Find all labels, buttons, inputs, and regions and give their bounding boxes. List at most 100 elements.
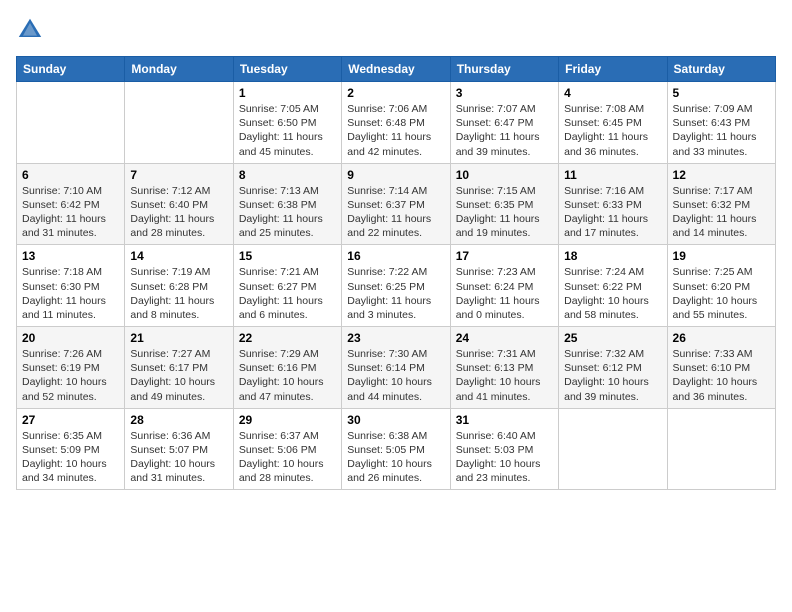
calendar-weekday-tuesday: Tuesday (233, 57, 341, 82)
calendar-weekday-monday: Monday (125, 57, 233, 82)
calendar-cell: 7Sunrise: 7:12 AM Sunset: 6:40 PM Daylig… (125, 163, 233, 245)
calendar-cell: 22 Sunrise: 7:29 AM Sunset: 6:16 PM Dayli… (233, 327, 341, 409)
day-number: 31 (456, 413, 553, 427)
day-info: Sunrise: 7:05 AM Sunset: 6:50 PM Dayligh… (239, 102, 336, 159)
day-number: 10 (456, 168, 553, 182)
calendar-table: SundayMondayTuesdayWednesdayThursdayFrid… (16, 56, 776, 490)
calendar-cell: 17 Sunrise: 7:23 AM Sunset: 6:24 PM Dayli… (450, 245, 558, 327)
calendar-cell (667, 408, 775, 490)
calendar-cell: 24 Sunrise: 7:31 AM Sunset: 6:13 PM Dayli… (450, 327, 558, 409)
calendar-cell: 16 Sunrise: 7:22 AM Sunset: 6:25 PM Dayli… (342, 245, 450, 327)
calendar-cell: 26 Sunrise: 7:33 AM Sunset: 6:10 PM Dayli… (667, 327, 775, 409)
day-number: 23 (347, 331, 444, 345)
day-info: Sunrise: 7:29 AM Sunset: 6:16 PM Dayligh… (239, 347, 336, 404)
day-info: Sunrise: 7:17 AM Sunset: 6:32 PM Dayligh… (673, 184, 770, 241)
day-number: 6 (22, 168, 119, 182)
day-number: 30 (347, 413, 444, 427)
day-number: 25 (564, 331, 661, 345)
day-info: Sunrise: 7:27 AM Sunset: 6:17 PM Dayligh… (130, 347, 227, 404)
day-number: 11 (564, 168, 661, 182)
calendar-cell: 23 Sunrise: 7:30 AM Sunset: 6:14 PM Dayli… (342, 327, 450, 409)
calendar-cell: 2 Sunrise: 7:06 AM Sunset: 6:48 PM Daylig… (342, 82, 450, 164)
day-info: Sunrise: 7:10 AM Sunset: 6:42 PM Dayligh… (22, 184, 119, 241)
day-number: 29 (239, 413, 336, 427)
calendar-header-row: SundayMondayTuesdayWednesdayThursdayFrid… (17, 57, 776, 82)
day-number: 2 (347, 86, 444, 100)
calendar-cell: 19 Sunrise: 7:25 AM Sunset: 6:20 PM Dayli… (667, 245, 775, 327)
day-number: 12 (673, 168, 770, 182)
day-info: Sunrise: 7:25 AM Sunset: 6:20 PM Dayligh… (673, 265, 770, 322)
calendar-cell: 18 Sunrise: 7:24 AM Sunset: 6:22 PM Dayli… (559, 245, 667, 327)
calendar-cell: 21 Sunrise: 7:27 AM Sunset: 6:17 PM Dayli… (125, 327, 233, 409)
day-info: Sunrise: 7:32 AM Sunset: 6:12 PM Dayligh… (564, 347, 661, 404)
day-number: 17 (456, 249, 553, 263)
calendar-cell: 10 Sunrise: 7:15 AM Sunset: 6:35 PM Dayli… (450, 163, 558, 245)
day-info: Sunrise: 7:08 AM Sunset: 6:45 PM Dayligh… (564, 102, 661, 159)
day-number: 21 (130, 331, 227, 345)
calendar-week-row: 13Sunrise: 7:18 AM Sunset: 6:30 PM Dayli… (17, 245, 776, 327)
day-info: Sunrise: 7:24 AM Sunset: 6:22 PM Dayligh… (564, 265, 661, 322)
day-number: 9 (347, 168, 444, 182)
day-info: Sunrise: 7:30 AM Sunset: 6:14 PM Dayligh… (347, 347, 444, 404)
day-number: 4 (564, 86, 661, 100)
day-info: Sunrise: 6:36 AM Sunset: 5:07 PM Dayligh… (130, 429, 227, 486)
calendar-weekday-wednesday: Wednesday (342, 57, 450, 82)
day-info: Sunrise: 6:40 AM Sunset: 5:03 PM Dayligh… (456, 429, 553, 486)
calendar-cell: 12 Sunrise: 7:17 AM Sunset: 6:32 PM Dayli… (667, 163, 775, 245)
day-number: 7 (130, 168, 227, 182)
day-info: Sunrise: 7:21 AM Sunset: 6:27 PM Dayligh… (239, 265, 336, 322)
calendar-cell: 5 Sunrise: 7:09 AM Sunset: 6:43 PM Daylig… (667, 82, 775, 164)
day-number: 14 (130, 249, 227, 263)
day-number: 26 (673, 331, 770, 345)
day-number: 5 (673, 86, 770, 100)
day-info: Sunrise: 6:37 AM Sunset: 5:06 PM Dayligh… (239, 429, 336, 486)
calendar-cell: 9 Sunrise: 7:14 AM Sunset: 6:37 PM Daylig… (342, 163, 450, 245)
day-info: Sunrise: 7:16 AM Sunset: 6:33 PM Dayligh… (564, 184, 661, 241)
day-info: Sunrise: 7:26 AM Sunset: 6:19 PM Dayligh… (22, 347, 119, 404)
day-info: Sunrise: 7:15 AM Sunset: 6:35 PM Dayligh… (456, 184, 553, 241)
day-info: Sunrise: 7:09 AM Sunset: 6:43 PM Dayligh… (673, 102, 770, 159)
calendar-cell: 15 Sunrise: 7:21 AM Sunset: 6:27 PM Dayli… (233, 245, 341, 327)
day-number: 16 (347, 249, 444, 263)
day-info: Sunrise: 7:06 AM Sunset: 6:48 PM Dayligh… (347, 102, 444, 159)
calendar-cell: 29 Sunrise: 6:37 AM Sunset: 5:06 PM Dayli… (233, 408, 341, 490)
calendar-cell: 28Sunrise: 6:36 AM Sunset: 5:07 PM Dayli… (125, 408, 233, 490)
calendar-cell: 11 Sunrise: 7:16 AM Sunset: 6:33 PM Dayli… (559, 163, 667, 245)
calendar-cell: 8 Sunrise: 7:13 AM Sunset: 6:38 PM Daylig… (233, 163, 341, 245)
calendar-cell: 4 Sunrise: 7:08 AM Sunset: 6:45 PM Daylig… (559, 82, 667, 164)
calendar-cell: 31 Sunrise: 6:40 AM Sunset: 5:03 PM Dayli… (450, 408, 558, 490)
calendar-cell (559, 408, 667, 490)
day-number: 13 (22, 249, 119, 263)
day-number: 22 (239, 331, 336, 345)
day-info: Sunrise: 7:31 AM Sunset: 6:13 PM Dayligh… (456, 347, 553, 404)
day-number: 3 (456, 86, 553, 100)
day-number: 8 (239, 168, 336, 182)
day-number: 19 (673, 249, 770, 263)
calendar-cell: 3Sunrise: 7:07 AM Sunset: 6:47 PM Daylig… (450, 82, 558, 164)
day-number: 27 (22, 413, 119, 427)
day-number: 15 (239, 249, 336, 263)
day-info: Sunrise: 7:19 AM Sunset: 6:28 PM Dayligh… (130, 265, 227, 322)
calendar-cell: 25 Sunrise: 7:32 AM Sunset: 6:12 PM Dayli… (559, 327, 667, 409)
calendar-cell (125, 82, 233, 164)
calendar-weekday-thursday: Thursday (450, 57, 558, 82)
day-info: Sunrise: 7:14 AM Sunset: 6:37 PM Dayligh… (347, 184, 444, 241)
logo (16, 16, 48, 44)
page-header (16, 16, 776, 44)
day-number: 18 (564, 249, 661, 263)
calendar-week-row: 27 Sunrise: 6:35 AM Sunset: 5:09 PM Dayli… (17, 408, 776, 490)
calendar-cell: 1Sunrise: 7:05 AM Sunset: 6:50 PM Daylig… (233, 82, 341, 164)
day-info: Sunrise: 7:22 AM Sunset: 6:25 PM Dayligh… (347, 265, 444, 322)
day-number: 24 (456, 331, 553, 345)
day-info: Sunrise: 7:13 AM Sunset: 6:38 PM Dayligh… (239, 184, 336, 241)
calendar-cell: 30Sunrise: 6:38 AM Sunset: 5:05 PM Dayli… (342, 408, 450, 490)
day-info: Sunrise: 6:35 AM Sunset: 5:09 PM Dayligh… (22, 429, 119, 486)
day-number: 20 (22, 331, 119, 345)
calendar-cell: 6 Sunrise: 7:10 AM Sunset: 6:42 PM Daylig… (17, 163, 125, 245)
logo-icon (16, 16, 44, 44)
day-info: Sunrise: 7:33 AM Sunset: 6:10 PM Dayligh… (673, 347, 770, 404)
day-info: Sunrise: 7:23 AM Sunset: 6:24 PM Dayligh… (456, 265, 553, 322)
calendar-weekday-friday: Friday (559, 57, 667, 82)
calendar-cell: 20 Sunrise: 7:26 AM Sunset: 6:19 PM Dayli… (17, 327, 125, 409)
calendar-week-row: 6 Sunrise: 7:10 AM Sunset: 6:42 PM Daylig… (17, 163, 776, 245)
